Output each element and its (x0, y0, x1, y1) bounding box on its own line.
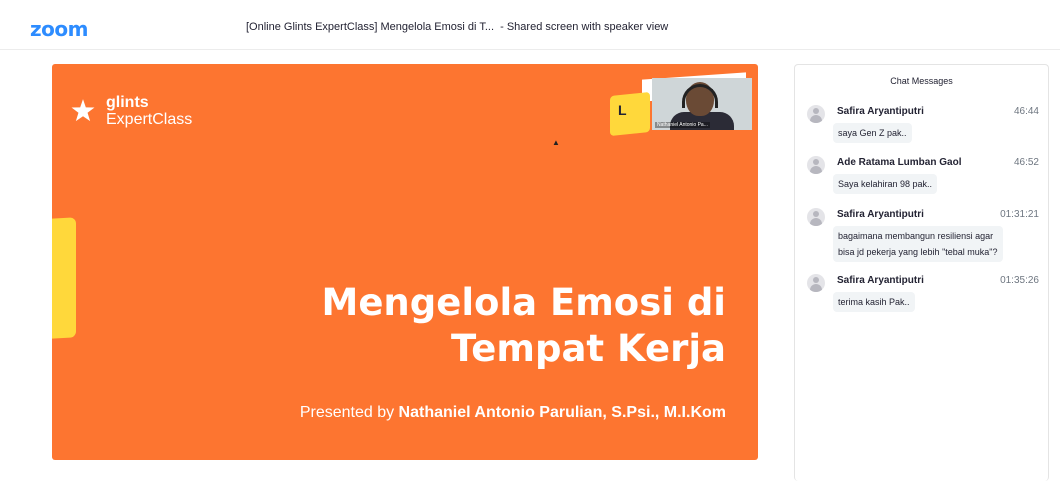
message-bubble[interactable]: terima kasih Pak.. (833, 292, 915, 312)
message-time: 01:31:21 (1000, 209, 1039, 220)
message-text: Saya kelahiran 98 pak.. (838, 179, 933, 189)
message-text: terima kasih Pak.. (838, 297, 910, 307)
message-time: 46:44 (1013, 106, 1039, 117)
message-bubble[interactable]: bagaimana membangun resiliensi agar bisa… (833, 226, 1003, 262)
user-avatar-icon (807, 156, 825, 174)
message-bubble[interactable]: Saya kelahiran 98 pak.. (833, 174, 938, 194)
speaker-video-thumbnail[interactable]: Nathaniel Antonio Pa... (652, 78, 752, 130)
chat-panel: Chat Messages Safira Aryantiputri 46:44 … (794, 64, 1049, 481)
user-avatar-icon (807, 208, 825, 226)
user-avatar-icon (807, 274, 825, 292)
message-text-line-1: bagaimana membangun resiliensi agar (838, 231, 994, 241)
zoom-logo: zoom (30, 17, 88, 41)
presenter-prefix: Presented by (299, 404, 399, 421)
message-text-line-2: bisa jd pekerja yang lebih "tebal muka"? (838, 247, 998, 257)
message-sender: Safira Aryantiputri (837, 209, 924, 220)
message-sender: Ade Ratama Lumban Gaol (837, 157, 962, 168)
message-time: 01:35:26 (1000, 275, 1039, 286)
message-sender: Safira Aryantiputri (837, 106, 924, 117)
window-title: [Online Glints ExpertClass] Mengelola Em… (246, 21, 669, 33)
zoom-window: zoom [Online Glints ExpertClass] Mengelo… (0, 0, 1060, 481)
message-bubble[interactable]: saya Gen Z pak.. (833, 123, 912, 143)
presenter-line: Presented by Nathaniel Antonio Parulian,… (300, 404, 726, 422)
message-time: 46:52 (1013, 157, 1039, 168)
star-logo-icon (71, 99, 95, 122)
headphones-icon (682, 84, 718, 108)
shared-screen-area[interactable]: glints ExpertClass Mengelola Emosi di Te… (20, 50, 790, 481)
slide-accent-shape (52, 217, 76, 339)
presentation-slide: glints ExpertClass Mengelola Emosi di Te… (52, 64, 758, 460)
message-text: saya Gen Z pak.. (838, 128, 907, 138)
slide-title-line-1: Mengelola Emosi di (321, 281, 726, 324)
slide-title-line-2: Tempat Kerja (450, 327, 726, 370)
speaker-name-label: Nathaniel Antonio Pa... (655, 122, 710, 128)
message-sender: Safira Aryantiputri (837, 275, 924, 286)
presenter-name: Nathaniel Antonio Parulian, S.Psi., M.I.… (398, 404, 726, 421)
user-avatar-icon (807, 105, 825, 123)
brand-name: glints (106, 94, 149, 111)
slide-yellow-tag (610, 91, 650, 137)
chat-header: Chat Messages (890, 76, 953, 86)
slide-tag-letter: L (618, 102, 627, 118)
brand-subname: ExpertClass (106, 111, 193, 128)
mini-brand-mark: glints ExpertClass (642, 70, 683, 76)
mouse-cursor-icon: ▲ (552, 138, 560, 147)
title-bar: zoom [Online Glints ExpertClass] Mengelo… (0, 0, 1060, 50)
slide-title: Mengelola Emosi di Tempat Kerja (246, 280, 726, 372)
